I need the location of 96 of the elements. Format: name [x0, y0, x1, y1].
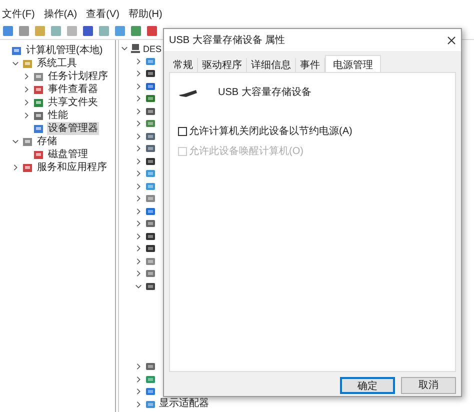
toolbar-icon[interactable]: [82, 25, 94, 37]
tree-item[interactable]: 性能: [47, 109, 69, 122]
folder-icon: [22, 58, 33, 69]
device-icon: [145, 180, 156, 192]
chevron-right-icon[interactable]: [135, 182, 142, 190]
folder-icon: [33, 110, 44, 121]
folder-icon: [22, 162, 33, 173]
device-category[interactable]: 显示适配器: [159, 398, 209, 410]
chevron-right-icon[interactable]: [135, 132, 142, 140]
menu-item[interactable]: 帮助(H): [128, 7, 162, 22]
chevron-right-icon[interactable]: [135, 82, 142, 90]
toolbar-icon[interactable]: [114, 25, 126, 37]
folder-icon: [33, 84, 44, 95]
chevron-right-icon[interactable]: [23, 112, 30, 119]
chevron-right-icon[interactable]: [135, 208, 142, 215]
device-icon: [145, 230, 156, 242]
chevron-right-icon[interactable]: [135, 258, 142, 265]
device-icon: [145, 206, 156, 217]
chevron-right-icon[interactable]: [135, 95, 142, 102]
device-root[interactable]: DES: [143, 42, 162, 54]
tree-item[interactable]: 系统工具: [36, 57, 78, 70]
tree-item[interactable]: 设备管理器: [47, 122, 99, 135]
dialog-button[interactable]: 确定: [340, 377, 395, 394]
chevron-right-icon[interactable]: [135, 70, 142, 78]
tree-item[interactable]: 磁盘管理: [47, 148, 89, 161]
folder-icon: [33, 149, 44, 160]
folder-icon: [33, 71, 44, 82]
tree-item[interactable]: 存储: [36, 135, 58, 148]
device-icon: [145, 68, 156, 80]
device-icon: [145, 106, 156, 117]
chevron-right-icon[interactable]: [135, 220, 142, 228]
tree-item[interactable]: 共享文件夹: [47, 96, 99, 109]
chevron-right-icon[interactable]: [23, 73, 30, 80]
device-icon: [145, 130, 156, 142]
computer-icon: [130, 43, 141, 54]
toolbar-icon[interactable]: [18, 25, 30, 37]
chevron-right-icon[interactable]: [135, 363, 142, 370]
chevron-right-icon[interactable]: [23, 99, 30, 106]
device-icon: [145, 168, 156, 180]
device-icon: [145, 256, 156, 267]
chevron-right-icon[interactable]: [23, 86, 30, 93]
chevron-right-icon[interactable]: [135, 245, 142, 252]
tree-item[interactable]: 任务计划程序: [47, 70, 109, 83]
folder-icon: [11, 45, 22, 56]
chevron-right-icon[interactable]: [135, 388, 142, 396]
checkbox-label: 允许计算机关闭此设备以节约电源(A): [189, 124, 352, 139]
device-icon: [145, 268, 156, 280]
chevron-right-icon[interactable]: [135, 58, 142, 65]
chevron-down-icon[interactable]: [12, 138, 19, 145]
device-icon: [145, 93, 156, 104]
chevron-right-icon[interactable]: [135, 270, 142, 278]
tree-item[interactable]: 服务和应用程序: [36, 161, 108, 174]
chevron-right-icon[interactable]: [135, 232, 142, 240]
dialog-title: USB 大容量存储设备 属性: [169, 34, 286, 48]
chevron-right-icon[interactable]: [135, 145, 142, 152]
device-icon: [145, 56, 156, 67]
toolbar-icon[interactable]: [130, 25, 142, 37]
device-icon: [145, 374, 156, 385]
chevron-down-icon[interactable]: [121, 45, 128, 52]
usb-plug-icon: [178, 88, 198, 98]
menu-item[interactable]: 操作(A): [44, 7, 78, 22]
tree-item[interactable]: 计算机管理(本地): [25, 44, 104, 57]
chevron-right-icon[interactable]: [135, 170, 142, 178]
chevron-down-icon[interactable]: [135, 282, 142, 290]
chevron-right-icon[interactable]: [135, 158, 142, 165]
menu-item[interactable]: 文件(F): [2, 7, 35, 22]
checkbox[interactable]: [178, 127, 187, 136]
dialog-button[interactable]: 取消: [401, 377, 456, 394]
device-icon: [145, 80, 156, 92]
chevron-right-icon[interactable]: [135, 195, 142, 202]
folder-icon: [33, 123, 44, 134]
chevron-right-icon[interactable]: [135, 108, 142, 115]
chevron-down-icon[interactable]: [12, 60, 19, 67]
device-name: USB 大容量存储设备: [218, 86, 312, 100]
device-icon: [145, 118, 156, 130]
chevron-right-icon[interactable]: [135, 120, 142, 128]
menu-item[interactable]: 查看(V): [86, 7, 120, 22]
device-icon: [145, 386, 156, 398]
folder-icon: [33, 97, 44, 108]
toolbar-icon[interactable]: [2, 25, 14, 37]
tree-item[interactable]: 事件查看器: [47, 83, 99, 96]
folder-icon: [22, 136, 33, 147]
device-icon: [145, 143, 156, 154]
device-icon: [145, 361, 156, 372]
chevron-right-icon[interactable]: [12, 164, 19, 171]
chevron-right-icon[interactable]: [135, 376, 142, 383]
device-icon: [145, 193, 156, 204]
close-icon[interactable]: [447, 36, 456, 44]
device-icon: [145, 156, 156, 167]
chevron-right-icon[interactable]: [135, 400, 142, 408]
toolbar-icon[interactable]: [146, 25, 158, 37]
device-icon: [145, 243, 156, 254]
device-icon: [145, 218, 156, 230]
tab[interactable]: 电源管理: [325, 55, 381, 72]
device-icon: [145, 280, 156, 292]
checkbox-label: 允许此设备唤醒计算机(O): [189, 144, 304, 159]
